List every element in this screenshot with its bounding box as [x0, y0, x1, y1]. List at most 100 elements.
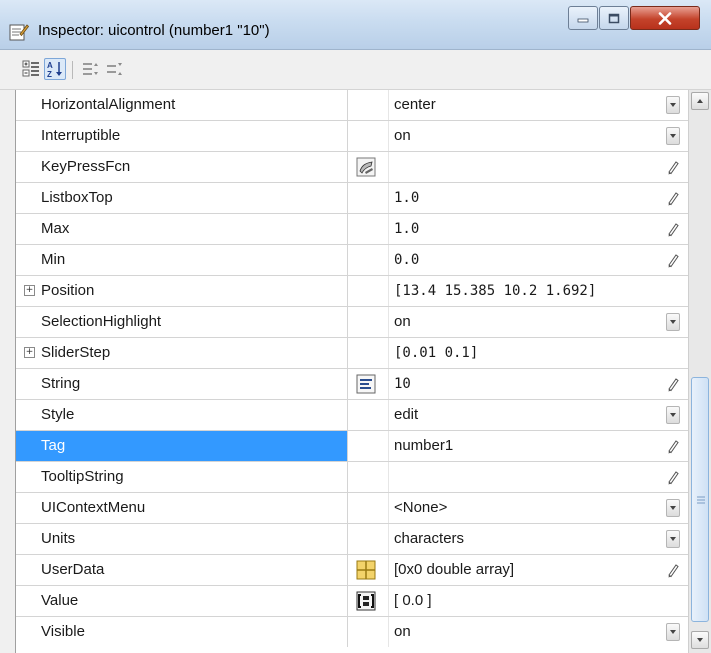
dropdown-button[interactable] — [666, 96, 680, 114]
close-button[interactable] — [630, 6, 700, 30]
expand-plus-icon[interactable]: + — [24, 285, 35, 296]
dropdown-button[interactable] — [666, 406, 680, 424]
property-value[interactable]: [0x0 double array] — [394, 555, 664, 585]
property-row-selectionhighlight[interactable]: SelectionHighlight on — [16, 307, 689, 338]
property-value[interactable]: 0.0 — [394, 245, 664, 275]
editor-cell — [349, 183, 389, 213]
edit-pencil-button[interactable] — [666, 220, 680, 238]
scroll-thumb[interactable] — [691, 377, 709, 622]
property-row-tag[interactable]: Tag number1 — [16, 431, 689, 462]
property-row-horizontalalignment[interactable]: HorizontalAlignment center — [16, 90, 689, 121]
property-name: SelectionHighlight — [16, 307, 348, 337]
chevron-down-icon — [670, 103, 676, 107]
property-row-string[interactable]: String 10 — [16, 369, 689, 400]
array-editor-icon[interactable] — [356, 560, 376, 580]
collapse-all-button[interactable] — [104, 58, 126, 80]
pencil-icon — [668, 564, 679, 578]
property-value[interactable]: [ 0.0 ] — [394, 586, 664, 616]
property-value[interactable]: [13.4 15.385 10.2 1.692] — [394, 276, 664, 306]
property-name: Value — [16, 586, 348, 616]
editor-cell — [349, 400, 389, 430]
property-value[interactable]: 10 — [394, 369, 664, 399]
property-value[interactable]: [0.01 0.1] — [394, 338, 664, 368]
collapse-all-icon — [107, 63, 122, 75]
chevron-down-icon — [670, 320, 676, 324]
property-value[interactable]: <None> — [394, 493, 664, 523]
value-editor-icon[interactable] — [356, 591, 376, 611]
svg-text:A: A — [47, 61, 53, 70]
property-value[interactable]: on — [394, 617, 664, 647]
expand-all-icon — [83, 63, 98, 75]
inspector-window: Inspector: uicontrol (number1 "10") A Z … — [0, 0, 711, 653]
property-row-position[interactable]: Position + [13.4 15.385 10.2 1.692] — [16, 276, 689, 307]
property-value[interactable]: number1 — [394, 431, 664, 461]
chevron-up-icon — [697, 99, 703, 103]
property-name: UIContextMenu — [16, 493, 348, 523]
edit-pencil-button[interactable] — [666, 561, 680, 579]
property-value[interactable]: edit — [394, 400, 664, 430]
categorized-view-button[interactable] — [20, 58, 42, 80]
editor-cell — [349, 555, 389, 585]
property-value[interactable]: on — [394, 307, 664, 337]
property-row-style[interactable]: Style edit — [16, 400, 689, 431]
edit-pencil-button[interactable] — [666, 158, 680, 176]
expand-plus-icon[interactable]: + — [24, 347, 35, 358]
property-value[interactable]: 1.0 — [394, 214, 664, 244]
property-value[interactable]: characters — [394, 524, 664, 554]
property-row-units[interactable]: Units characters — [16, 524, 689, 555]
property-value[interactable]: on — [394, 121, 664, 151]
dropdown-button[interactable] — [666, 127, 680, 145]
property-row-sliderstep[interactable]: SliderStep + [0.01 0.1] — [16, 338, 689, 369]
property-value[interactable]: center — [394, 90, 664, 120]
editor-cell — [349, 245, 389, 275]
property-row-keypressfcn[interactable]: KeyPressFcn — [16, 152, 689, 183]
close-icon — [658, 11, 672, 25]
property-name: Position — [16, 276, 348, 306]
property-name: KeyPressFcn — [16, 152, 348, 182]
property-name: Min — [16, 245, 348, 275]
expand-all-button[interactable] — [80, 58, 102, 80]
property-row-userdata[interactable]: UserData [0x0 double array] — [16, 555, 689, 586]
editor-cell — [349, 214, 389, 244]
property-value[interactable]: 1.0 — [394, 183, 664, 213]
dropdown-button[interactable] — [666, 623, 680, 641]
edit-pencil-button[interactable] — [666, 251, 680, 269]
pencil-icon — [668, 161, 679, 175]
chevron-down-icon — [670, 537, 676, 541]
alphabetical-view-button[interactable]: A Z — [44, 58, 66, 80]
editor-cell — [349, 276, 389, 306]
pencil-icon — [668, 440, 679, 454]
property-name: TooltipString — [16, 462, 348, 492]
property-value[interactable] — [394, 462, 664, 492]
property-row-interruptible[interactable]: Interruptible on — [16, 121, 689, 152]
property-value[interactable] — [394, 152, 664, 182]
property-row-max[interactable]: Max 1.0 — [16, 214, 689, 245]
dropdown-button[interactable] — [666, 313, 680, 331]
chevron-down-icon — [697, 638, 703, 642]
maximize-button[interactable] — [599, 6, 629, 30]
categorized-view-icon — [22, 60, 39, 77]
editor-cell — [349, 462, 389, 492]
text-editor-icon[interactable] — [356, 374, 376, 394]
edit-pencil-button[interactable] — [666, 468, 680, 486]
property-row-listboxtop[interactable]: ListboxTop 1.0 — [16, 183, 689, 214]
property-row-value[interactable]: Value [ 0.0 ] — [16, 586, 689, 617]
scroll-down-button[interactable] — [691, 631, 709, 649]
property-row-tooltipstring[interactable]: TooltipString — [16, 462, 689, 493]
vertical-scrollbar[interactable] — [688, 90, 711, 653]
minimize-button[interactable] — [568, 6, 598, 30]
title-bar[interactable]: Inspector: uicontrol (number1 "10") — [0, 0, 711, 50]
property-row-visible[interactable]: Visible on — [16, 617, 689, 648]
scroll-up-button[interactable] — [691, 92, 709, 110]
property-name: Visible — [16, 617, 348, 647]
dropdown-button[interactable] — [666, 499, 680, 517]
callback-editor-icon[interactable] — [356, 157, 376, 177]
property-row-uicontextmenu[interactable]: UIContextMenu <None> — [16, 493, 689, 524]
property-row-min[interactable]: Min 0.0 — [16, 245, 689, 276]
edit-pencil-button[interactable] — [666, 437, 680, 455]
dropdown-button[interactable] — [666, 530, 680, 548]
edit-pencil-button[interactable] — [666, 375, 680, 393]
sort-alphabetical-icon: A Z — [47, 61, 62, 78]
edit-pencil-button[interactable] — [666, 189, 680, 207]
property-name: Interruptible — [16, 121, 348, 151]
